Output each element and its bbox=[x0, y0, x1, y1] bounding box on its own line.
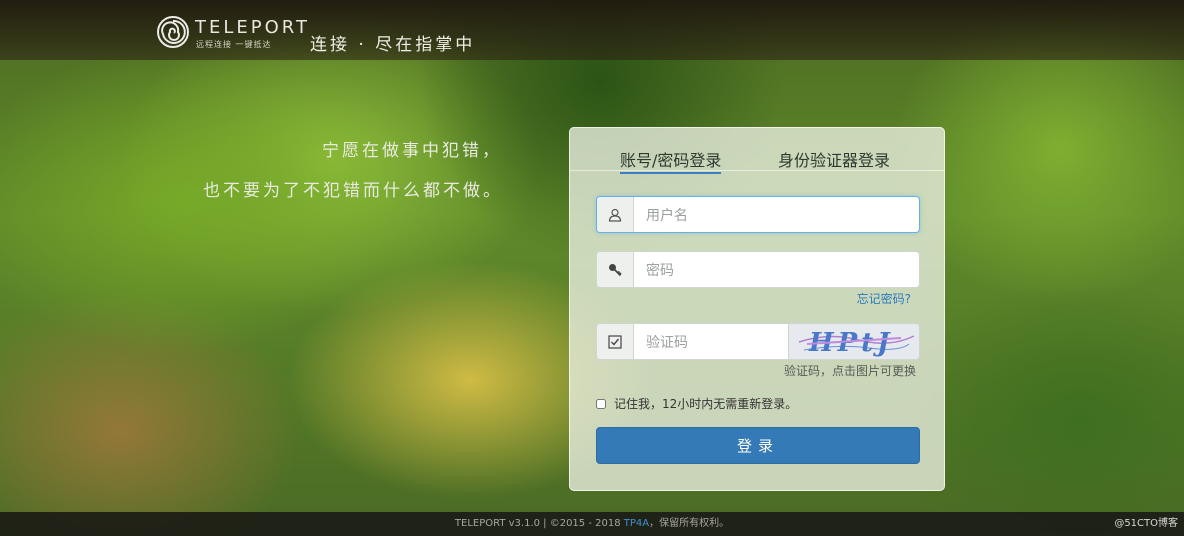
tab-password-login[interactable]: 账号/密码登录 bbox=[620, 147, 722, 174]
username-input[interactable] bbox=[634, 197, 918, 234]
login-button[interactable]: 登录 bbox=[596, 427, 920, 464]
username-field bbox=[596, 196, 920, 234]
watermark: @51CTO博客 bbox=[1114, 518, 1178, 529]
remember-checkbox[interactable] bbox=[596, 398, 606, 409]
tab-authenticator-login[interactable]: 身份验证器登录 bbox=[778, 147, 890, 171]
key-icon bbox=[597, 252, 634, 287]
header-bar: TELEPORT 远程连接 一键抵达 连接 · 尽在指掌中 bbox=[0, 0, 1184, 60]
footer-rights: ，保留所有权利。 bbox=[649, 518, 730, 529]
checkbox-icon bbox=[597, 324, 634, 359]
spiral-logo-icon bbox=[157, 16, 189, 48]
user-icon bbox=[597, 197, 634, 232]
forgot-password-link[interactable]: 忘记密码? bbox=[857, 290, 911, 307]
quote-line-1: 宁愿在做事中犯错， bbox=[322, 141, 502, 161]
captcha-image[interactable]: HPtJ bbox=[788, 323, 920, 360]
logo-name: TELEPORT bbox=[195, 17, 310, 38]
remember-label: 记住我，12小时内无需重新登录。 bbox=[614, 397, 798, 411]
password-field bbox=[596, 251, 920, 289]
remember-me[interactable]: 记住我，12小时内无需重新登录。 bbox=[596, 395, 797, 412]
logo-subtitle: 远程连接 一键抵达 bbox=[196, 40, 272, 49]
captcha-input[interactable] bbox=[634, 324, 788, 361]
footer-copyright: TELEPORT v3.1.0 | ©2015 - 2018 bbox=[454, 518, 624, 529]
captcha-field bbox=[596, 323, 789, 361]
login-tabs: 账号/密码登录 身份验证器登录 bbox=[570, 128, 944, 174]
captcha-hint: 验证码，点击图片可更换 bbox=[783, 364, 916, 378]
quote-line-2: 也不要为了不犯错而什么都不做。 bbox=[203, 181, 503, 201]
password-input[interactable] bbox=[634, 252, 918, 289]
footer: TELEPORT v3.1.0 | ©2015 - 2018 TP4A，保留所有… bbox=[0, 512, 1184, 536]
tagline: 连接 · 尽在指掌中 bbox=[310, 35, 476, 55]
login-panel: 账号/密码登录 身份验证器登录 忘记密码? bbox=[569, 127, 945, 491]
footer-tp4a-link[interactable]: TP4A bbox=[624, 518, 649, 529]
